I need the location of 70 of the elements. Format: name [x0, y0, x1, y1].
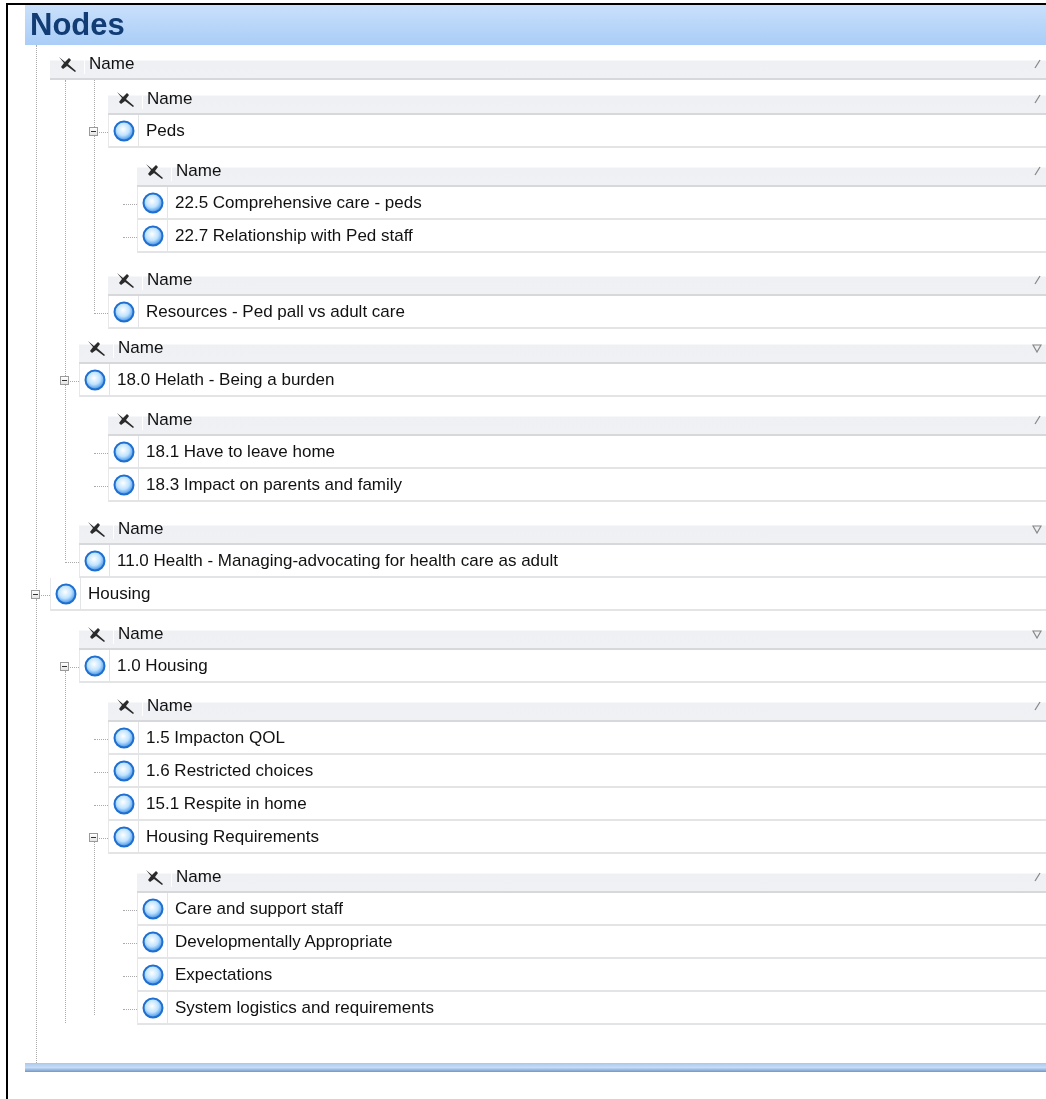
node-icon	[112, 119, 135, 142]
node-name: Housing Requirements	[145, 826, 319, 847]
pin-icon	[85, 624, 107, 644]
node-name: Peds	[145, 120, 185, 141]
collapse-toggle[interactable]	[60, 375, 69, 385]
pin-icon	[85, 519, 107, 539]
collapse-toggle[interactable]	[31, 589, 40, 599]
tree-row[interactable]: Resources - Ped pall vs adult care	[108, 296, 1046, 329]
pin-icon	[56, 54, 78, 74]
node-icon	[112, 792, 135, 815]
collapse-toggle[interactable]	[89, 832, 98, 842]
node-icon	[112, 759, 135, 782]
tree-row[interactable]: Housing	[50, 578, 1046, 611]
tree-row[interactable]: 1.0 Housing	[79, 650, 1046, 683]
node-icon	[141, 996, 164, 1019]
tree-row[interactable]: 18.3 Impact on parents and family	[108, 469, 1046, 502]
tree-row[interactable]: 18.0 Helath - Being a burden	[79, 364, 1046, 397]
node-icon	[112, 473, 135, 496]
node-name: Resources - Ped pall vs adult care	[145, 301, 405, 322]
tree-row[interactable]: Expectations	[137, 959, 1046, 992]
node-name: 1.0 Housing	[116, 655, 208, 676]
node-name: 15.1 Respite in home	[145, 793, 307, 814]
node-icon	[112, 825, 135, 848]
node-icon	[112, 726, 135, 749]
tree-row[interactable]: 22.7 Relationship with Ped staff	[137, 220, 1046, 253]
node-icon	[141, 191, 164, 214]
node-name: Expectations	[174, 964, 273, 985]
node-icon	[141, 897, 164, 920]
node-name: Developmentally Appropriate	[174, 931, 393, 952]
tree-row[interactable]: 1.5 Impacton QOL	[108, 722, 1046, 755]
pin-icon	[143, 867, 165, 887]
node-icon	[83, 368, 106, 391]
tree-row[interactable]: System logistics and requirements	[137, 992, 1046, 1025]
node-name: 22.7 Relationship with Ped staff	[174, 225, 413, 246]
node-icon	[141, 224, 164, 247]
tree-row[interactable]: 1.6 Restricted choices	[108, 755, 1046, 788]
pin-icon	[114, 696, 136, 716]
node-name: 18.3 Impact on parents and family	[145, 474, 403, 495]
node-name: 1.6 Restricted choices	[145, 760, 314, 781]
pin-icon	[114, 270, 136, 290]
pin-icon	[143, 161, 165, 181]
collapse-toggle[interactable]	[89, 126, 98, 136]
node-icon	[112, 300, 135, 323]
tree-row[interactable]: 18.1 Have to leave home	[108, 436, 1046, 469]
tree-row[interactable]: 15.1 Respite in home	[108, 788, 1046, 821]
node-name: 18.1 Have to leave home	[145, 441, 335, 462]
node-icon	[54, 582, 77, 605]
node-icon	[141, 930, 164, 953]
tree-row[interactable]: Housing Requirements	[108, 821, 1046, 854]
tree-row[interactable]: 22.5 Comprehensive care - peds	[137, 187, 1046, 220]
node-name: 11.0 Health - Managing-advocating for health care as adult	[116, 550, 558, 571]
pin-icon	[85, 338, 107, 358]
node-name: System logistics and requirements	[174, 997, 434, 1018]
node-name: Care and support staff	[174, 898, 343, 919]
node-icon	[83, 549, 106, 572]
panel-title: Nodes	[29, 7, 125, 43]
node-name: 18.0 Helath - Being a burden	[116, 369, 335, 390]
node-name: Housing	[87, 583, 151, 604]
tree-row[interactable]: Developmentally Appropriate	[137, 926, 1046, 959]
node-icon	[141, 963, 164, 986]
node-icon	[83, 654, 106, 677]
pin-icon	[114, 89, 136, 109]
node-icon	[112, 440, 135, 463]
tree-row[interactable]: Peds	[108, 115, 1046, 148]
node-name: 22.5 Comprehensive care - peds	[174, 192, 422, 213]
node-name: 1.5 Impacton QOL	[145, 727, 285, 748]
collapse-toggle[interactable]	[60, 661, 69, 671]
pin-icon	[114, 410, 136, 430]
tree-row[interactable]: Care and support staff	[137, 893, 1046, 926]
tree-row[interactable]: 11.0 Health - Managing-advocating for health care as adult	[79, 545, 1046, 578]
